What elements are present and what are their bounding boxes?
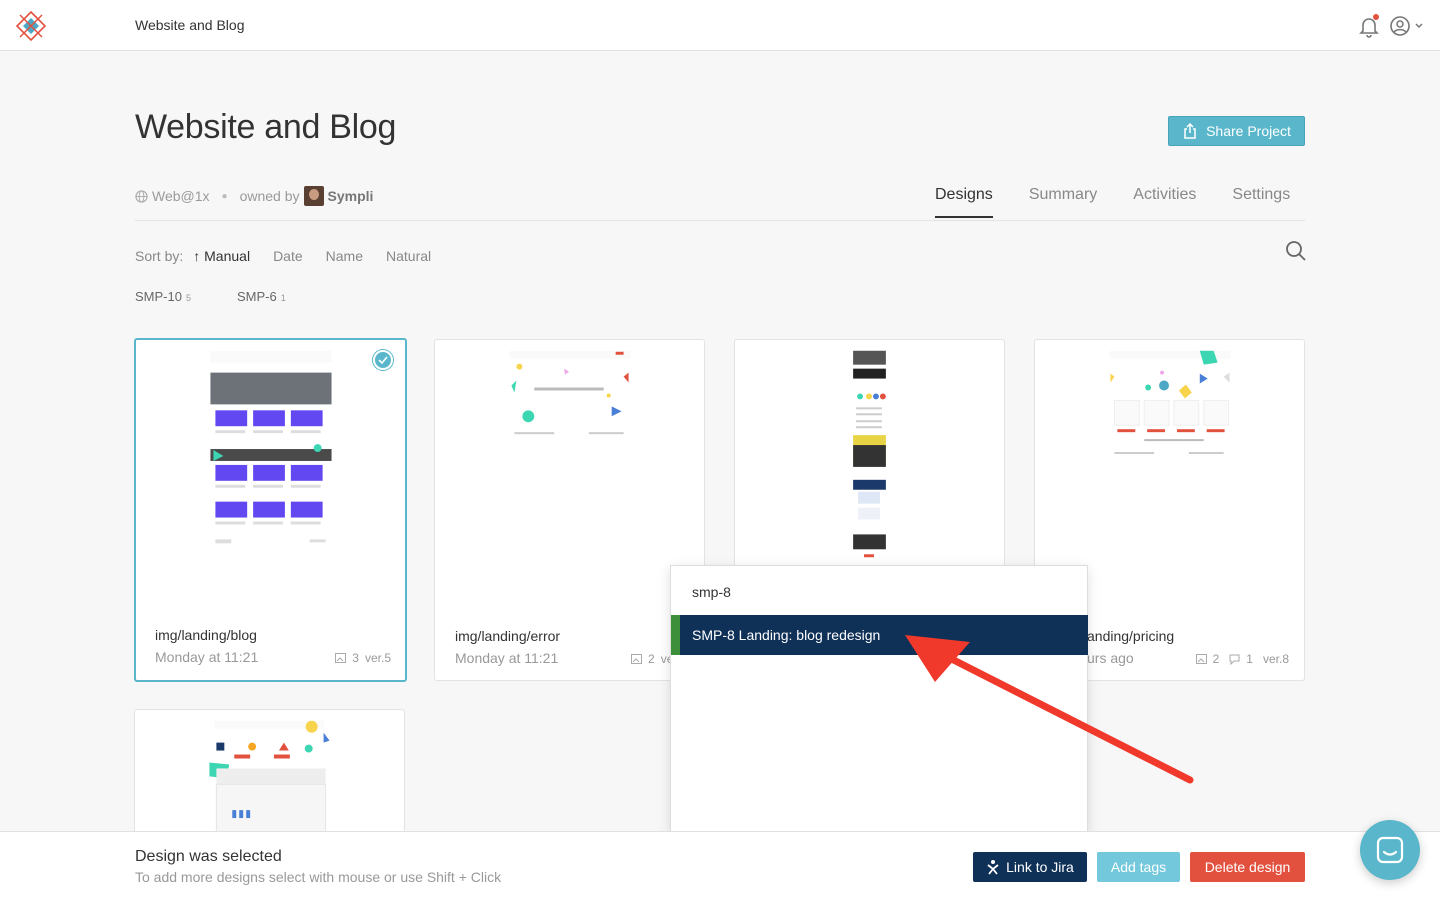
screens-icon: [1195, 654, 1207, 664]
screens-icon: [631, 654, 642, 664]
add-tags-button[interactable]: Add tags: [1097, 852, 1180, 882]
tab-activities[interactable]: Activities: [1133, 186, 1196, 218]
design-name: anding/pricing: [1087, 628, 1175, 644]
link-to-jira-label: Link to Jira: [1006, 859, 1074, 875]
sort-date[interactable]: Date: [273, 248, 303, 264]
design-stats: 2 ve: [631, 652, 673, 666]
separator-dot: ●: [221, 190, 228, 202]
design-time: urs ago: [1087, 650, 1134, 666]
chat-icon: [1376, 836, 1404, 864]
comments-count: 1: [1246, 652, 1253, 666]
design-name: img/landing/blog: [155, 627, 257, 643]
share-icon: [1184, 123, 1196, 139]
sort-manual-label: Manual: [204, 248, 251, 264]
share-project-label: Share Project: [1206, 123, 1291, 139]
jira-icon: [987, 860, 999, 875]
sort-natural[interactable]: Natural: [386, 248, 431, 264]
search-icon[interactable]: [1285, 240, 1307, 262]
design-card[interactable]: img/landing/blog Monday at 11:21 3 ver.5: [134, 338, 407, 682]
sort-name[interactable]: Name: [326, 248, 363, 264]
design-stats: 3 ver.5: [335, 651, 391, 665]
sort-bar: Sort by: ↑ Manual Date Name Natural: [135, 248, 431, 264]
design-stats: 2 1 ver.8: [1195, 652, 1289, 666]
screens-count: 2: [648, 652, 655, 666]
tab-designs[interactable]: Designs: [935, 186, 993, 218]
tab-summary[interactable]: Summary: [1029, 186, 1097, 218]
design-name: img/landing/error: [455, 628, 561, 644]
design-thumbnail: [1109, 350, 1231, 455]
screens-icon: [335, 653, 347, 663]
platform-label: Web@1x: [152, 188, 210, 204]
selection-hint: To add more designs select with mouse or…: [135, 869, 502, 885]
version-label: ver.8: [1262, 652, 1289, 666]
selected-check-icon[interactable]: [373, 350, 393, 370]
share-project-button[interactable]: Share Project: [1168, 116, 1305, 146]
link-to-jira-button[interactable]: Link to Jira: [973, 852, 1087, 882]
selection-title: Design was selected: [135, 848, 282, 865]
owned-by-label: owned by: [239, 188, 300, 204]
tag-filter-item[interactable]: SMP-6 1: [237, 289, 286, 304]
app-title: Website and Blog: [135, 17, 245, 33]
tag-count: 1: [280, 293, 286, 303]
tab-settings[interactable]: Settings: [1232, 186, 1290, 218]
selection-action-bar: Design was selected To add more designs …: [0, 831, 1440, 900]
page-title: Website and Blog: [135, 108, 397, 146]
jira-issue-dropdown: smp-8 SMP-8 Landing: blog redesign: [670, 565, 1088, 847]
sort-manual[interactable]: ↑ Manual: [193, 248, 250, 264]
owner-name[interactable]: Sympli: [328, 188, 374, 204]
sort-by-label: Sort by:: [135, 248, 184, 264]
screens-count: 3: [352, 651, 359, 665]
notification-bell-icon[interactable]: [1357, 14, 1381, 38]
comment-icon: [1229, 654, 1240, 665]
design-time: Monday at 11:21: [455, 650, 559, 666]
design-thumbnail: [509, 350, 631, 435]
chat-launcher-button[interactable]: [1360, 820, 1420, 880]
design-thumbnail: [853, 350, 886, 558]
project-meta: Web@1x ● owned by Sympli: [135, 186, 373, 206]
tag-filter-list: SMP-10 5 SMP-6 1: [135, 289, 286, 304]
user-menu-icon[interactable]: [1389, 14, 1429, 38]
header-divider: [135, 220, 1305, 221]
screens-count: 2: [1212, 652, 1220, 666]
tag-name: SMP-6: [236, 289, 277, 304]
design-card[interactable]: img/landing/error Monday at 11:21 2 ve: [434, 339, 705, 681]
globe-icon: [135, 189, 148, 203]
jira-issue-option[interactable]: SMP-8 Landing: blog redesign: [671, 615, 1088, 655]
sort-arrow-icon: ↑: [193, 248, 201, 264]
project-tabs: Designs Summary Activities Settings: [935, 186, 1290, 218]
tag-name: SMP-10: [135, 289, 182, 304]
tag-filter-item[interactable]: SMP-10 5: [135, 289, 191, 304]
version-label: ver.5: [364, 651, 391, 665]
top-bar: Website and Blog: [0, 0, 1440, 51]
jira-search-query[interactable]: smp-8: [692, 584, 731, 600]
tag-count: 5: [185, 293, 191, 303]
owner-avatar: [303, 186, 324, 206]
delete-design-button[interactable]: Delete design: [1190, 852, 1305, 882]
design-thumbnail: [210, 350, 332, 544]
sympli-logo-icon[interactable]: [16, 11, 46, 41]
design-time: Monday at 11:21: [155, 649, 259, 665]
